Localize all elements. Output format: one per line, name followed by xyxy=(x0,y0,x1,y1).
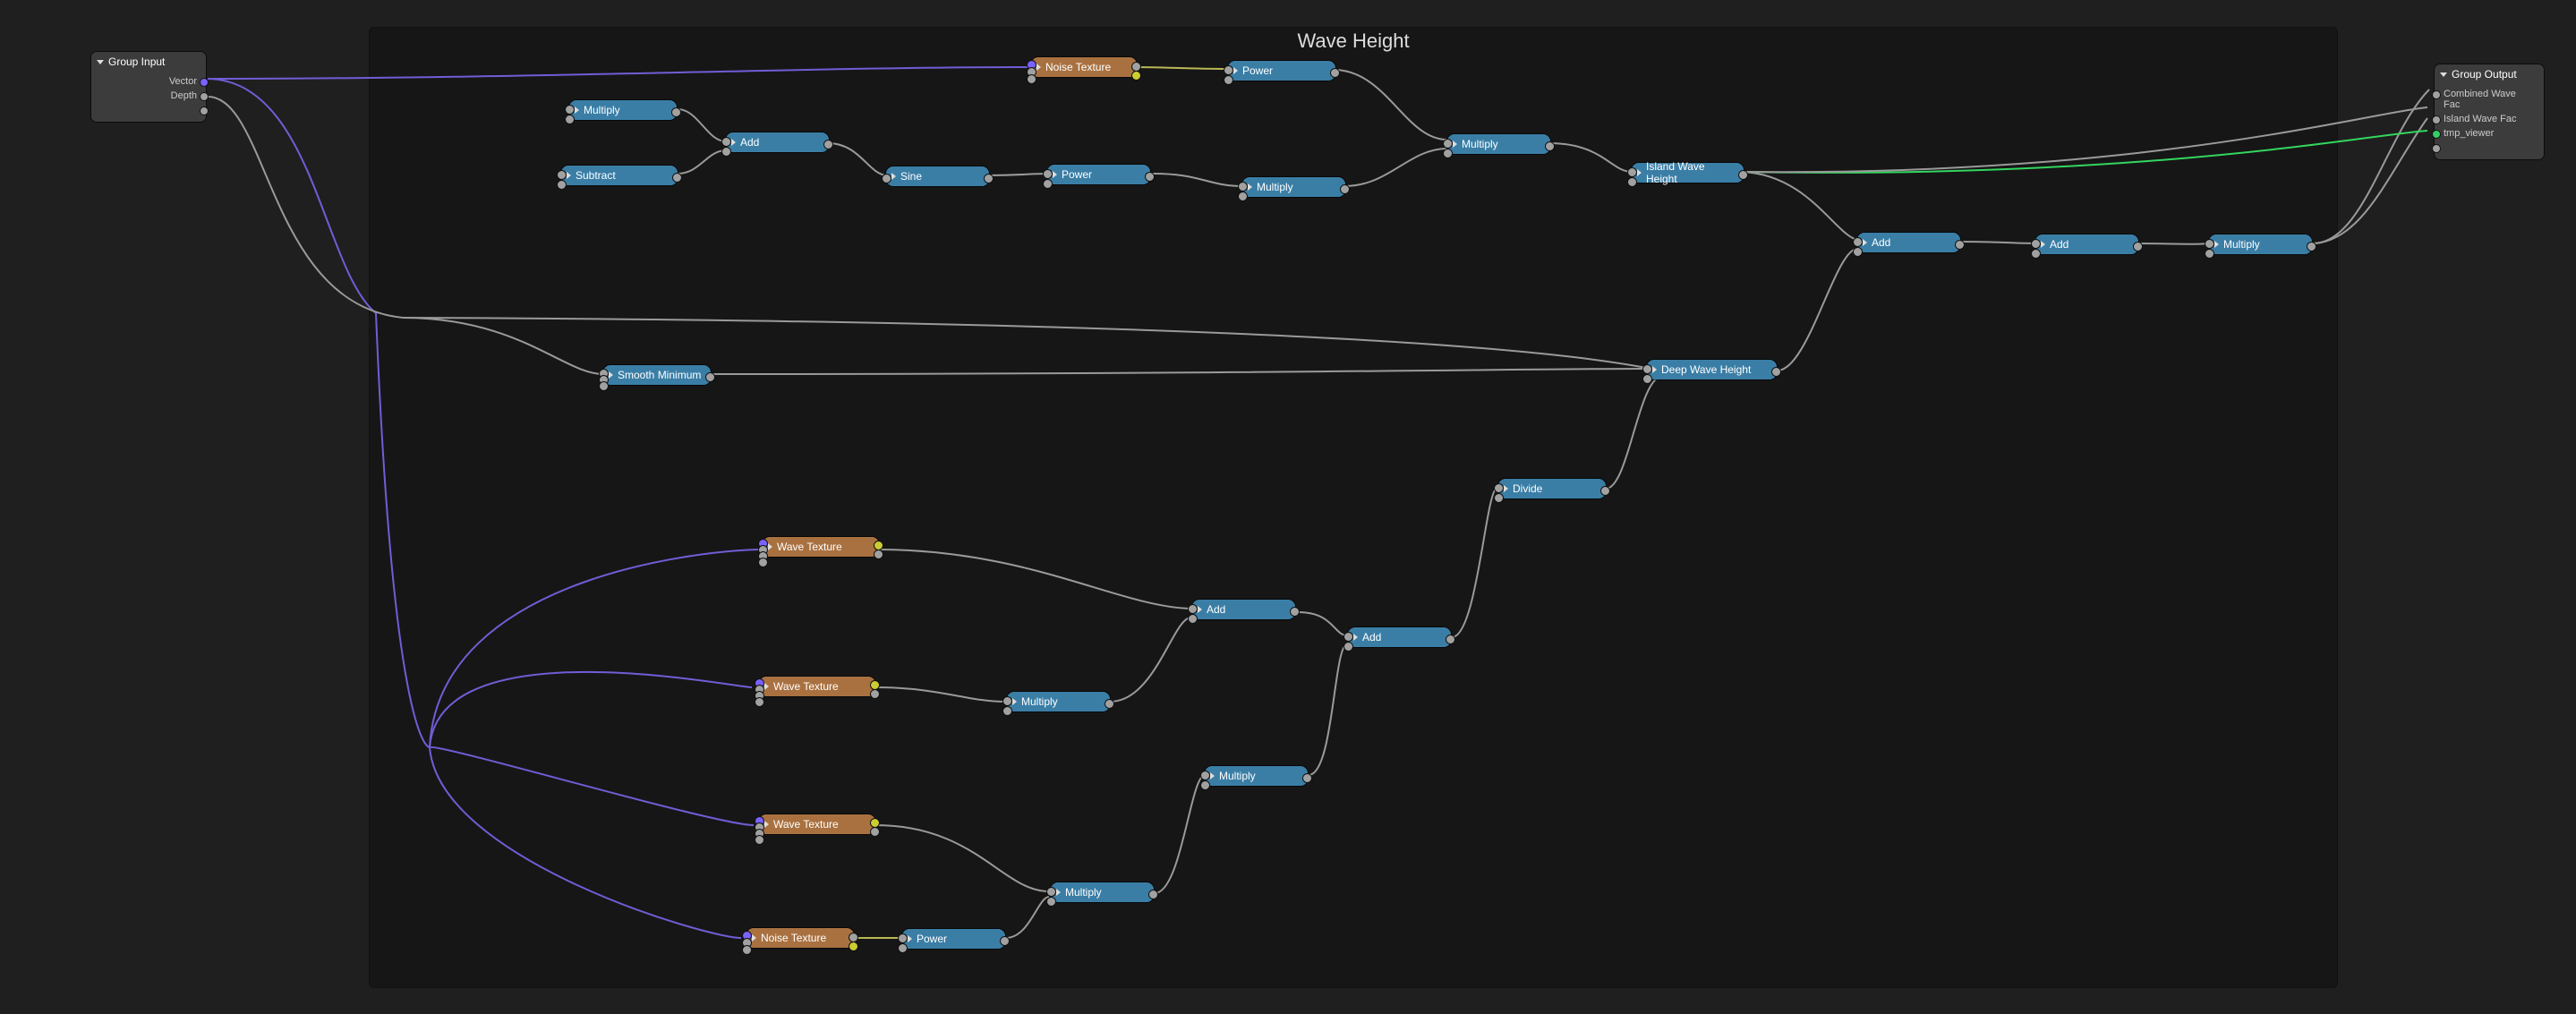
chevron-right-icon xyxy=(1053,171,1057,178)
chevron-right-icon xyxy=(1248,183,1252,191)
chevron-right-icon xyxy=(1056,889,1061,896)
node-noise-texture-2[interactable]: Noise Texture xyxy=(746,928,854,948)
chevron-right-icon xyxy=(731,139,736,146)
node-label: Island Wave Height xyxy=(1646,160,1736,185)
chevron-right-icon xyxy=(1637,169,1642,176)
node-label: Multiply xyxy=(1462,138,1498,150)
output-empty[interactable]: . xyxy=(100,103,197,117)
chevron-right-icon xyxy=(752,934,756,942)
chevron-right-icon xyxy=(1504,485,1508,492)
node-wave-texture-3[interactable]: Wave Texture xyxy=(759,814,875,834)
output-depth[interactable]: Depth xyxy=(100,89,197,103)
node-label: Wave Texture xyxy=(773,680,839,693)
node-label: Power xyxy=(917,933,947,945)
node-noise-texture-1[interactable]: Noise Texture xyxy=(1031,57,1137,77)
node-label: Add xyxy=(1207,603,1225,616)
chevron-right-icon xyxy=(1210,772,1215,780)
node-add-3[interactable]: Add xyxy=(1348,627,1451,647)
node-label: Power xyxy=(1242,64,1273,77)
node-subtract[interactable]: Subtract xyxy=(561,166,678,185)
group-output-title: Group Output xyxy=(2452,68,2517,81)
chevron-right-icon xyxy=(1863,239,1867,246)
input-island[interactable]: Island Wave Fac xyxy=(2444,112,2535,126)
node-label: Add xyxy=(1362,631,1381,643)
chevron-right-icon xyxy=(567,172,571,179)
node-island-wave-height[interactable]: Island Wave Height xyxy=(1632,163,1744,183)
chevron-right-icon xyxy=(2214,241,2219,248)
node-wave-texture-2[interactable]: Wave Texture xyxy=(759,677,875,696)
node-label: Wave Texture xyxy=(777,541,842,553)
chevron-right-icon xyxy=(2041,241,2045,248)
node-label: Wave Texture xyxy=(773,818,839,831)
node-multiply-6[interactable]: Multiply xyxy=(1051,882,1154,902)
chevron-down-icon xyxy=(97,60,104,64)
node-multiply-1[interactable]: Multiply xyxy=(569,100,677,120)
chevron-right-icon xyxy=(575,107,579,114)
chevron-right-icon xyxy=(1012,698,1017,705)
node-divide[interactable]: Divide xyxy=(1498,479,1606,498)
node-deep-wave-height[interactable]: Deep Wave Height xyxy=(1647,360,1777,379)
chevron-right-icon xyxy=(1652,366,1657,373)
node-power-2[interactable]: Power xyxy=(1047,165,1150,184)
node-label: Multiply xyxy=(2223,238,2260,251)
input-empty[interactable]: . xyxy=(2444,141,2535,155)
node-power-1[interactable]: Power xyxy=(1228,61,1335,81)
frame-title: Wave Height xyxy=(1297,30,1409,53)
output-vector[interactable]: Vector xyxy=(100,74,197,89)
node-label: Multiply xyxy=(1219,770,1256,782)
chevron-right-icon xyxy=(908,935,912,942)
node-add-1[interactable]: Add xyxy=(726,132,829,152)
node-add-top-2[interactable]: Add xyxy=(1857,233,1960,252)
node-smooth-minimum[interactable]: Smooth Minimum xyxy=(603,365,711,385)
chevron-right-icon xyxy=(1036,64,1041,71)
chevron-right-icon xyxy=(764,683,769,690)
node-label: Sine xyxy=(900,170,922,183)
group-input-title: Group Input xyxy=(108,55,165,68)
chevron-right-icon xyxy=(1198,606,1202,613)
node-label: Deep Wave Height xyxy=(1661,363,1751,376)
node-label: Multiply xyxy=(1065,886,1102,899)
node-label: Add xyxy=(2050,238,2068,251)
group-output-node[interactable]: Group Output Combined Wave Fac Island Wa… xyxy=(2435,64,2544,159)
group-input-node[interactable]: Group Input Vector Depth . xyxy=(91,52,206,122)
node-label: Power xyxy=(1062,168,1092,181)
input-combined[interactable]: Combined Wave Fac xyxy=(2444,87,2535,112)
node-label: Multiply xyxy=(1021,695,1058,708)
node-multiply-4[interactable]: Multiply xyxy=(1205,766,1308,786)
chevron-right-icon xyxy=(1233,67,1238,74)
node-power-3[interactable]: Power xyxy=(902,929,1005,949)
chevron-right-icon xyxy=(891,173,896,180)
node-add-2[interactable]: Add xyxy=(1192,600,1295,619)
node-multiply-3[interactable]: Multiply xyxy=(1447,134,1550,154)
node-label: Noise Texture xyxy=(761,932,826,944)
node-multiply-2[interactable]: Multiply xyxy=(1242,177,1345,197)
node-multiply-5[interactable]: Multiply xyxy=(1007,692,1110,712)
node-label: Add xyxy=(740,136,759,149)
node-label: Multiply xyxy=(1257,181,1293,193)
node-label: Smooth Minimum xyxy=(618,369,701,381)
chevron-right-icon xyxy=(768,543,772,550)
chevron-down-icon xyxy=(2440,72,2447,77)
node-label: Divide xyxy=(1513,482,1542,495)
chevron-right-icon xyxy=(764,821,769,828)
node-label: Multiply xyxy=(584,104,620,116)
node-add-top-3[interactable]: Add xyxy=(2035,234,2138,254)
node-label: Add xyxy=(1872,236,1890,249)
node-wave-texture-1[interactable]: Wave Texture xyxy=(763,537,879,557)
input-tmp[interactable]: tmp_viewer xyxy=(2444,126,2535,141)
node-label: Subtract xyxy=(576,169,616,182)
node-sine[interactable]: Sine xyxy=(886,166,989,186)
chevron-right-icon xyxy=(1353,634,1358,641)
chevron-right-icon xyxy=(609,371,613,379)
node-multiply-top[interactable]: Multiply xyxy=(2209,234,2312,254)
chevron-right-icon xyxy=(1453,141,1457,148)
node-label: Noise Texture xyxy=(1045,61,1111,73)
